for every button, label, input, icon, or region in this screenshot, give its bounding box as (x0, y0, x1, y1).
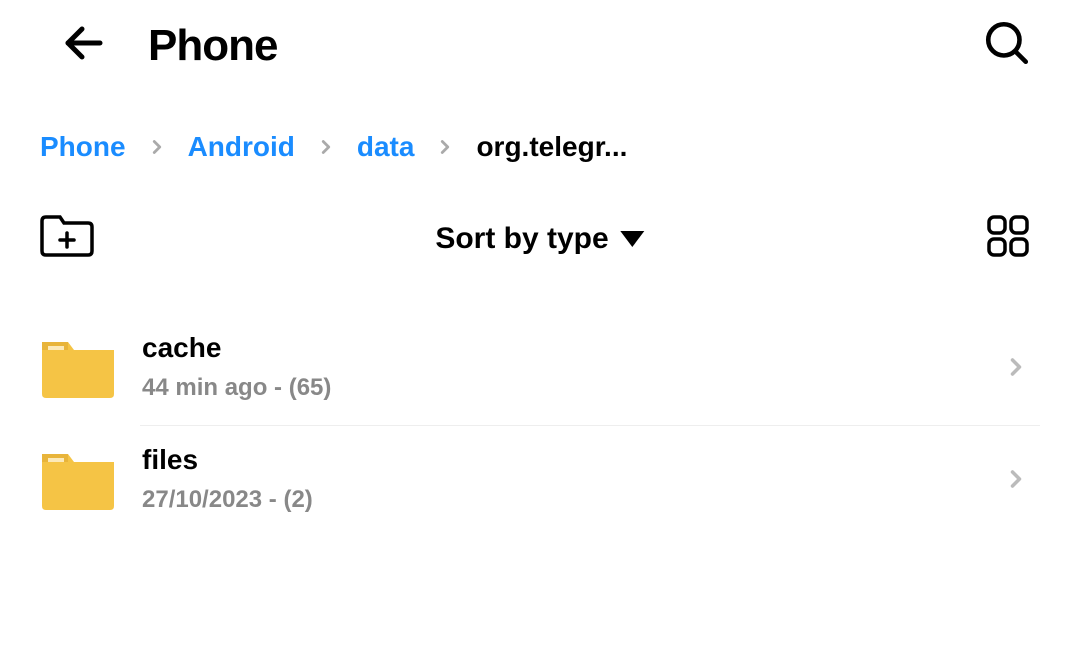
folder-meta: 44 min ago - (65) (142, 374, 1002, 402)
folder-item[interactable]: files 27/10/2023 - (2) (40, 426, 1040, 538)
folder-name: cache (142, 332, 1002, 364)
new-folder-button[interactable] (40, 213, 94, 264)
chevron-right-icon (434, 136, 456, 158)
breadcrumb-item-android[interactable]: Android (188, 131, 295, 163)
search-icon (982, 18, 1032, 68)
page-title: Phone (148, 21, 277, 71)
grid-icon (986, 214, 1030, 258)
sort-dropdown[interactable]: Sort by type (435, 222, 644, 256)
folder-icon (40, 336, 116, 398)
folder-plus-icon (40, 213, 94, 259)
folder-name: files (142, 444, 1002, 476)
breadcrumb-item-current: org.telegr... (476, 131, 627, 163)
folder-icon (40, 448, 116, 510)
view-toggle-button[interactable] (986, 214, 1030, 263)
breadcrumb: Phone Android data org.telegr... (0, 91, 1080, 193)
arrow-left-icon (60, 19, 108, 67)
chevron-right-icon (315, 136, 337, 158)
folder-item[interactable]: cache 44 min ago - (65) (40, 314, 1040, 426)
folder-list: cache 44 min ago - (65) files 27/10/2023… (0, 284, 1080, 538)
breadcrumb-item-phone[interactable]: Phone (40, 131, 126, 163)
breadcrumb-item-data[interactable]: data (357, 131, 415, 163)
folder-meta: 27/10/2023 - (2) (142, 486, 1002, 514)
chevron-right-icon (1002, 353, 1030, 381)
folder-info: cache 44 min ago - (65) (142, 332, 1002, 402)
triangle-down-icon (621, 231, 645, 247)
search-button[interactable] (974, 10, 1040, 81)
toolbar: Sort by type (0, 193, 1080, 284)
back-button[interactable] (60, 19, 108, 72)
header-left-group: Phone (60, 19, 277, 72)
chevron-right-icon (146, 136, 168, 158)
sort-label: Sort by type (435, 222, 608, 256)
chevron-right-icon (1002, 465, 1030, 493)
app-header: Phone (0, 0, 1080, 91)
folder-info: files 27/10/2023 - (2) (142, 444, 1002, 514)
